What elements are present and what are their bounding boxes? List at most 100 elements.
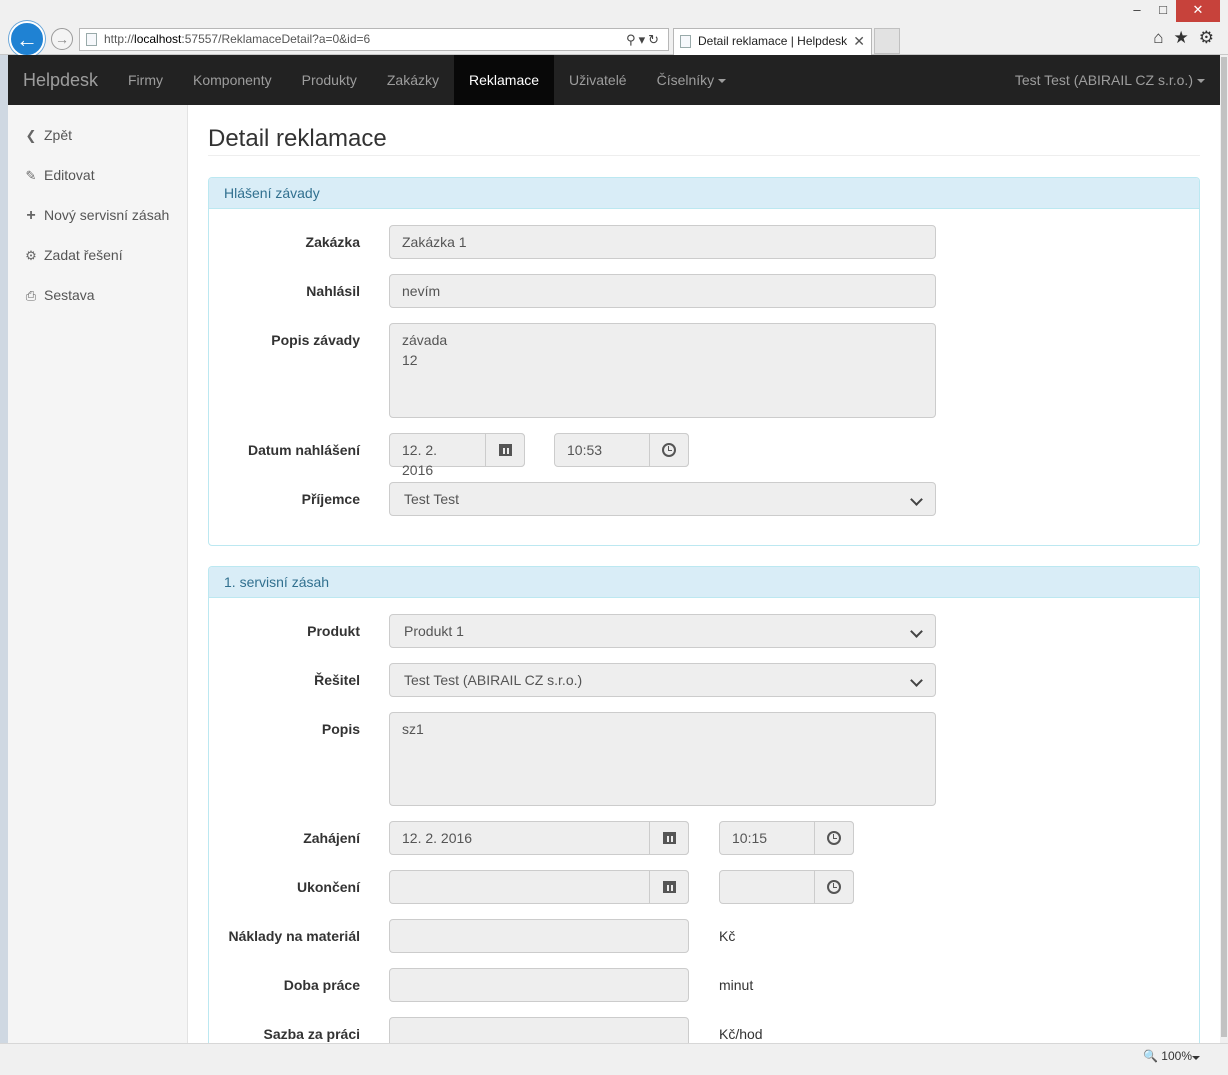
clock-button[interactable] [649, 433, 689, 467]
nav-ciselniky-label: Číselníky [656, 72, 715, 88]
new-tab-button[interactable] [874, 28, 900, 54]
sidebar-item-novy-zasah[interactable]: + Nový servisní zásah [23, 205, 169, 225]
address-rest: :57557/ReklamaceDetail?a=0&id=6 [181, 32, 371, 46]
ukonceni-datum-input[interactable] [389, 870, 689, 904]
zakazka-field[interactable]: Zakázka 1 [389, 225, 936, 259]
plus-icon: + [26, 207, 36, 224]
address-prefix: http:// [104, 32, 135, 46]
settings-gear-icon[interactable]: ⚙ [1199, 28, 1214, 48]
minimize-icon[interactable]: – [1124, 0, 1150, 22]
sidebar-item-label: Nový servisní zásah [44, 207, 170, 223]
produkt-value: Produkt 1 [404, 623, 464, 639]
prijemce-select[interactable]: Test Test [389, 482, 936, 516]
cas-nahlaseni-input[interactable]: 10:53 [554, 433, 689, 467]
produkt-select[interactable]: Produkt 1 [389, 614, 936, 648]
top-navbar: Helpdesk Firmy Komponenty Produkty Zakáz… [8, 55, 1220, 105]
label-popis: Popis [321, 721, 360, 737]
calendar-button[interactable] [649, 870, 689, 904]
nahlasil-field[interactable]: nevím [389, 274, 936, 308]
address-bar[interactable]: http://localhost:57557/ReklamaceDetail?a… [79, 28, 669, 51]
ukonceni-cas-input[interactable] [719, 870, 854, 904]
sidebar-item-sestava[interactable]: ⎙ Sestava [23, 285, 95, 305]
zoom-control[interactable]: 🔍 100% [1143, 1049, 1192, 1063]
nav-ciselniky[interactable]: Číselníky [642, 55, 742, 105]
sidebar-item-label: Zpět [44, 127, 73, 143]
forward-arrow-icon[interactable]: → [51, 28, 73, 50]
sidebar-item-editovat[interactable]: ✎ Editovat [23, 165, 95, 185]
sidebar-item-zpet[interactable]: ❮ Zpět [23, 125, 72, 145]
tab-close-icon[interactable]: ✕ [853, 29, 865, 54]
label-nahlasil: Nahlásil [306, 283, 360, 299]
main-nav: Firmy Komponenty Produkty Zakázky Reklam… [113, 55, 741, 105]
page-title: Detail reklamace [208, 125, 387, 152]
edit-icon: ✎ [25, 168, 37, 183]
vertical-scrollbar[interactable] [1220, 55, 1228, 1043]
zoom-caret-icon[interactable] [1192, 1056, 1200, 1060]
scrollbar-thumb[interactable] [1221, 57, 1227, 1037]
page-viewport: Helpdesk Firmy Komponenty Produkty Zakáz… [8, 55, 1220, 1043]
label-popis-zavady: Popis závady [271, 332, 360, 348]
nav-komponenty[interactable]: Komponenty [178, 55, 287, 105]
resitel-select[interactable]: Test Test (ABIRAIL CZ s.r.o.) [389, 663, 936, 697]
chevron-down-icon [910, 625, 923, 638]
cas-nahlaseni-value: 10:53 [567, 442, 603, 458]
zoom-level: 100% [1161, 1049, 1192, 1063]
nav-uzivatele[interactable]: Uživatelé [554, 55, 642, 105]
chevron-down-icon [910, 674, 923, 687]
sidebar-item-label: Editovat [44, 167, 95, 183]
label-doba-prace: Doba práce [283, 977, 360, 993]
panel-servisni-zasah: 1. servisní zásah Produkt Produkt 1 Řeši… [208, 566, 1200, 1043]
favorites-star-icon[interactable]: ★ [1174, 28, 1189, 48]
zahajeni-datum-value: 12. 2. 2016 [402, 830, 473, 846]
maximize-icon[interactable]: □ [1150, 0, 1176, 22]
datum-nahlaseni-value: 12. 2. 2016 [402, 442, 438, 478]
home-icon[interactable]: ⌂ [1153, 28, 1163, 48]
label-resitel: Řešitel [314, 672, 360, 688]
clock-button[interactable] [814, 821, 854, 855]
toolbar-icons: ⌂ ★ ⚙ [1153, 28, 1214, 48]
nav-produkty[interactable]: Produkty [287, 55, 372, 105]
browser-tab[interactable]: Detail reklamace | Helpdesk ✕ [673, 28, 872, 55]
naklady-unit: Kč [719, 928, 736, 944]
calendar-icon [662, 832, 676, 845]
sidebar-item-label: Sestava [44, 287, 95, 303]
panel-heading: 1. servisní zásah [209, 567, 1199, 598]
naklady-input[interactable] [389, 919, 689, 953]
zahajeni-datum-input[interactable]: 12. 2. 2016 [389, 821, 689, 855]
calendar-button[interactable] [649, 821, 689, 855]
user-menu[interactable]: Test Test (ABIRAIL CZ s.r.o.) [1015, 55, 1205, 105]
sidebar: ❮ Zpět ✎ Editovat + Nový servisní zásah ⚙ Za… [8, 105, 188, 1043]
calendar-icon [498, 444, 512, 457]
browser-chrome: – □ ✕ ← → http://localhost:57557/Reklama… [0, 0, 1228, 57]
popis-zavady-textarea[interactable]: závada 12 [389, 323, 936, 418]
nav-reklamace[interactable]: Reklamace [453, 55, 555, 105]
sidebar-item-zadat-reseni[interactable]: ⚙ Zadat řešení [23, 245, 122, 265]
popis-textarea[interactable]: sz1 [389, 712, 936, 806]
prijemce-value: Test Test [404, 491, 459, 507]
label-prijemce: Příjemce [301, 491, 360, 507]
zahajeni-cas-input[interactable]: 10:15 [719, 821, 854, 855]
search-refresh-icons[interactable]: ⚲▾↻ [626, 29, 662, 50]
doba-prace-unit: minut [719, 977, 754, 993]
tab-page-icon [680, 35, 691, 48]
cog-icon: ⚙ [25, 248, 37, 263]
back-arrow-icon[interactable]: ← [9, 21, 45, 57]
label-zahajeni: Zahájení [303, 830, 360, 846]
sazba-input[interactable] [389, 1017, 689, 1043]
calendar-button[interactable] [485, 433, 525, 467]
chevron-left-icon: ❮ [25, 128, 37, 143]
zahajeni-cas-value: 10:15 [732, 830, 768, 846]
clock-icon [827, 880, 841, 895]
resitel-value: Test Test (ABIRAIL CZ s.r.o.) [404, 672, 583, 688]
label-produkt: Produkt [307, 623, 360, 639]
label-sazba: Sazba za práci [263, 1026, 361, 1042]
clock-button[interactable] [814, 870, 854, 904]
brand-link[interactable]: Helpdesk [23, 55, 98, 105]
panel-hlaseni-zavady: Hlášení závady Zakázka Zakázka 1 Nahlási… [208, 177, 1200, 546]
close-window-icon[interactable]: ✕ [1176, 0, 1220, 22]
nav-zakazky[interactable]: Zakázky [372, 55, 454, 105]
doba-prace-input[interactable] [389, 968, 689, 1002]
datum-nahlaseni-input[interactable]: 12. 2. 2016 [389, 433, 525, 478]
nav-firmy[interactable]: Firmy [113, 55, 178, 105]
caret-down-icon [1197, 79, 1205, 84]
